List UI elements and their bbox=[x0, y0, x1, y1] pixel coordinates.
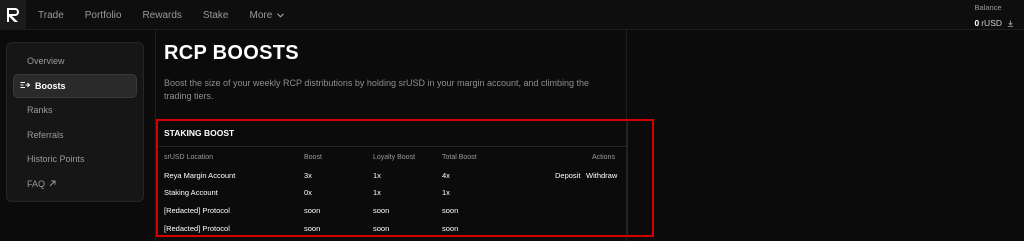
nav-portfolio[interactable]: Portfolio bbox=[85, 10, 122, 21]
cell-loyalty: soon bbox=[373, 224, 390, 233]
balance-widget: Balance 0 rUSD bbox=[974, 3, 1014, 32]
sidebar-item-historic-points[interactable]: Historic Points bbox=[13, 147, 137, 172]
page-description: Boost the size of your weekly RCP distri… bbox=[164, 78, 590, 101]
sidebar-item-label: Historic Points bbox=[27, 154, 85, 165]
withdraw-button[interactable]: Withdraw bbox=[586, 171, 617, 180]
reya-logo[interactable] bbox=[0, 0, 26, 30]
cell-total: soon bbox=[442, 224, 459, 233]
cell-location: [Redacted] Protocol bbox=[164, 224, 230, 233]
logo-icon bbox=[7, 8, 19, 22]
nav-rewards-label: Rewards bbox=[142, 9, 182, 21]
col-header-actions: Actions bbox=[592, 154, 615, 161]
sidebar-item-label: Ranks bbox=[27, 105, 53, 116]
nav-more-label: More bbox=[249, 9, 273, 21]
card-title: STAKING BOOST bbox=[164, 128, 235, 138]
balance-label: Balance bbox=[974, 3, 1002, 12]
staking-boost-card: STAKING BOOST srUSD Location Boost Loyal… bbox=[156, 119, 654, 237]
nav-portfolio-label: Portfolio bbox=[84, 9, 122, 21]
nav-stake-label: Stake bbox=[202, 9, 229, 21]
col-header-boost: Boost bbox=[304, 154, 322, 161]
cell-loyalty: soon bbox=[373, 206, 390, 215]
sidebar-item-ranks[interactable]: Ranks bbox=[13, 98, 137, 123]
balance-unit: rUSD bbox=[981, 18, 1002, 28]
download-icon[interactable] bbox=[1007, 14, 1014, 32]
balance-value: 0 bbox=[974, 18, 980, 28]
sidebar-item-referrals[interactable]: Referrals bbox=[13, 123, 137, 148]
cell-location: Staking Account bbox=[164, 188, 218, 197]
nav-trade[interactable]: Trade bbox=[38, 10, 64, 21]
nav-trade-label: Trade bbox=[38, 9, 64, 21]
nav-more[interactable]: More bbox=[250, 10, 285, 21]
main-nav: Trade Portfolio Rewards Stake More bbox=[38, 0, 305, 30]
sidebar-item-label: Referrals bbox=[27, 129, 64, 140]
col-header-location: srUSD Location bbox=[164, 154, 214, 161]
cell-total: soon bbox=[442, 206, 459, 215]
nav-rewards[interactable]: Rewards bbox=[142, 10, 181, 21]
sidebar-item-boosts[interactable]: Boosts bbox=[13, 73, 137, 98]
cell-loyalty: 1x bbox=[373, 171, 381, 180]
cell-boost: 3x bbox=[304, 171, 312, 180]
cell-boost: soon bbox=[304, 206, 321, 215]
sidebar-item-overview[interactable]: Overview bbox=[13, 49, 137, 74]
cell-total: 1x bbox=[442, 188, 450, 197]
staking-boost-panel: STAKING BOOST srUSD Location Boost Loyal… bbox=[158, 121, 628, 235]
cell-loyalty: 1x bbox=[373, 188, 381, 197]
deposit-button[interactable]: Deposit bbox=[555, 171, 580, 180]
sidebar-item-label: Overview bbox=[27, 56, 65, 67]
sidebar-item-label: FAQ bbox=[27, 178, 46, 189]
cell-boost: 0x bbox=[304, 188, 312, 197]
card-header: STAKING BOOST bbox=[158, 121, 628, 147]
chevron-down-icon bbox=[277, 10, 285, 21]
sidebar-item-label: Boosts bbox=[35, 80, 66, 91]
page-title: RCP BOOSTS bbox=[164, 42, 299, 64]
top-navbar: Trade Portfolio Rewards Stake More Balan… bbox=[0, 0, 1024, 30]
boost-icon bbox=[20, 81, 31, 91]
rewards-sidebar: Overview Boosts Ranks Referrals Historic… bbox=[6, 42, 144, 202]
col-header-loyalty: Loyalty Boost bbox=[373, 154, 416, 161]
cell-boost: soon bbox=[304, 224, 321, 233]
nav-stake[interactable]: Stake bbox=[203, 10, 229, 21]
cell-total: 4x bbox=[442, 171, 450, 180]
cell-location: Reya Margin Account bbox=[164, 171, 236, 180]
external-link-icon bbox=[49, 179, 56, 189]
sidebar-item-faq[interactable]: FAQ bbox=[13, 172, 137, 197]
cell-location: [Redacted] Protocol bbox=[164, 206, 230, 215]
col-header-total: Total Boost bbox=[442, 154, 477, 161]
